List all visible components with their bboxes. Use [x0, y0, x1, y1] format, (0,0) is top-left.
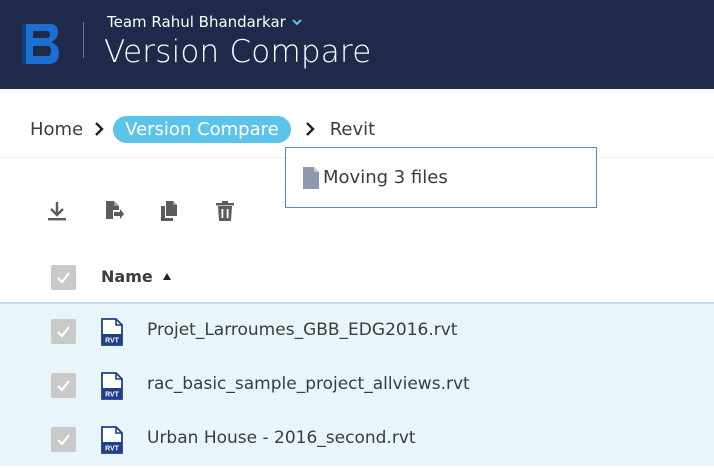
- chevron-right-icon: [95, 122, 104, 136]
- checkmark-icon: [57, 380, 70, 392]
- move-file-icon: [106, 201, 124, 219]
- move-button[interactable]: [100, 198, 126, 224]
- row-checkbox[interactable]: [51, 427, 76, 452]
- delete-button[interactable]: [212, 198, 238, 224]
- table-row[interactable]: RVT Projet_Larroumes_GBB_EDG2016.rvt: [0, 304, 714, 358]
- chevron-right-icon: [305, 122, 315, 136]
- rvt-file-icon: RVT: [101, 318, 123, 346]
- breadcrumb-home[interactable]: Home: [30, 119, 83, 140]
- move-drag-tooltip: Moving 3 files: [285, 147, 597, 208]
- table-row[interactable]: RVT rac_basic_sample_project_allviews.rv…: [0, 358, 714, 412]
- bim360-logo[interactable]: [20, 22, 60, 66]
- select-all-checkbox[interactable]: [51, 265, 76, 290]
- file-type-label: RVT: [105, 446, 120, 453]
- breadcrumb-revit[interactable]: Revit: [330, 119, 375, 140]
- copy-button[interactable]: [156, 198, 182, 224]
- checkmark-icon: [57, 434, 70, 446]
- rvt-file-icon: RVT: [101, 372, 123, 400]
- name-column-label: Name: [101, 267, 153, 286]
- sort-ascending-icon[interactable]: [162, 273, 171, 280]
- team-name[interactable]: Team Rahul Bhandarkar: [107, 13, 286, 31]
- checkmark-icon: [57, 326, 70, 338]
- table-header: Name: [0, 250, 714, 304]
- team-selector[interactable]: Team Rahul Bhandarkar: [107, 13, 302, 31]
- logo-divider: [83, 22, 84, 58]
- name-column-header[interactable]: Name: [101, 267, 171, 286]
- app-header: Team Rahul Bhandarkar Version Compare: [0, 0, 714, 89]
- chevron-down-icon[interactable]: [292, 18, 302, 26]
- rvt-file-icon: RVT: [101, 426, 123, 454]
- breadcrumb-version-compare[interactable]: Version Compare: [113, 115, 291, 143]
- download-icon: [48, 202, 66, 221]
- file-type-label: RVT: [105, 392, 120, 399]
- table-row[interactable]: RVT Urban House - 2016_second.rvt: [0, 412, 714, 466]
- document-icon: [303, 166, 319, 189]
- file-name[interactable]: rac_basic_sample_project_allviews.rvt: [147, 374, 470, 394]
- file-toolbar: [44, 198, 238, 224]
- download-button[interactable]: [44, 198, 70, 224]
- row-checkbox[interactable]: [51, 373, 76, 398]
- app-title: Version Compare: [104, 34, 372, 70]
- trash-icon: [216, 201, 234, 221]
- copy-icon: [161, 201, 177, 221]
- checkmark-icon: [57, 272, 70, 284]
- file-type-label: RVT: [105, 338, 120, 345]
- breadcrumb: Home Version Compare Revit: [30, 114, 375, 144]
- file-name[interactable]: Projet_Larroumes_GBB_EDG2016.rvt: [147, 320, 457, 340]
- file-name[interactable]: Urban House - 2016_second.rvt: [147, 428, 416, 448]
- tooltip-text: Moving 3 files: [323, 167, 448, 188]
- row-checkbox[interactable]: [51, 319, 76, 344]
